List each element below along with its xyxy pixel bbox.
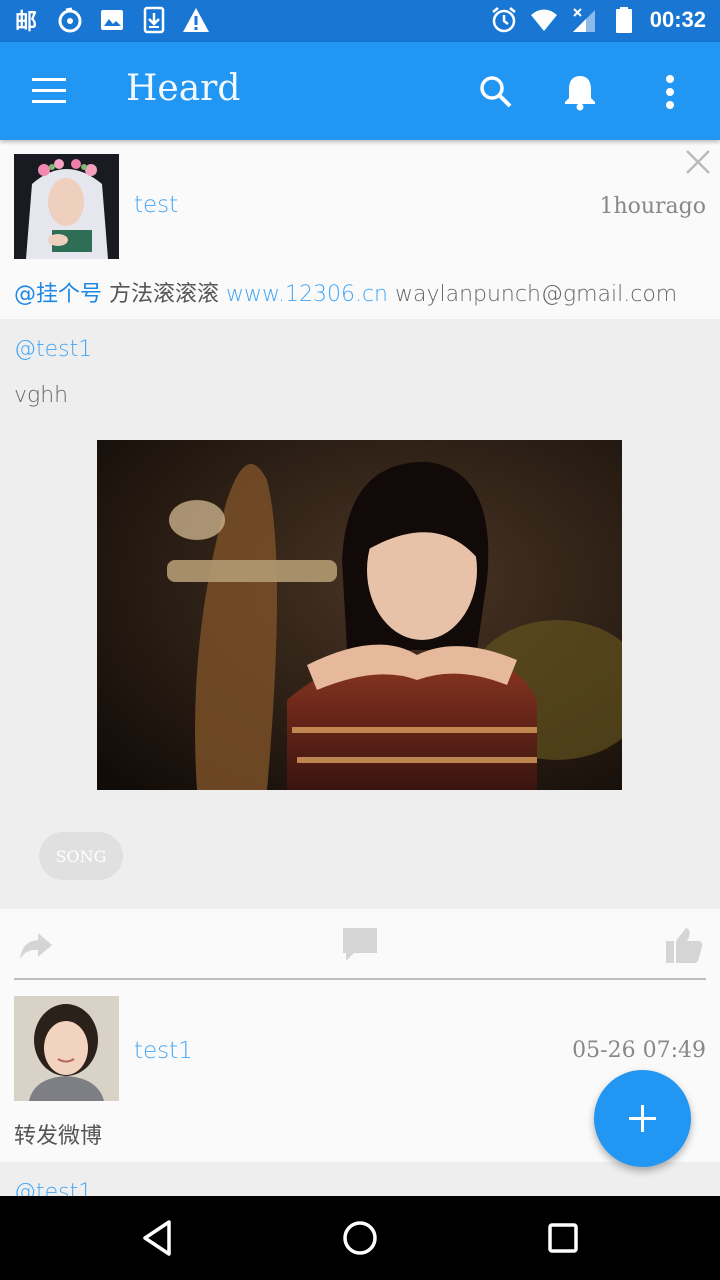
gallery-icon [101, 10, 123, 30]
post-actions [0, 909, 720, 979]
close-icon[interactable] [684, 148, 712, 176]
bell-icon[interactable] [558, 70, 602, 114]
avatar[interactable] [14, 996, 119, 1101]
download-icon [143, 6, 165, 34]
status-bar: 邮 00:32 [0, 0, 720, 42]
app-bar: Heard [0, 42, 720, 140]
recents-icon[interactable] [541, 1216, 585, 1260]
svg-text:邮: 邮 [15, 10, 37, 34]
email-text: waylanpunch@gmail.com [388, 282, 678, 307]
post-text: @挂个号 方法滚滚滚 www.12306.cn waylanpunch@gmai… [14, 276, 677, 308]
app-title: Heard [126, 68, 241, 109]
comment-icon[interactable] [340, 925, 380, 965]
timestamp: 1hourago [599, 194, 706, 219]
username[interactable]: test1 [134, 1038, 193, 1064]
battery-icon [615, 7, 632, 33]
back-icon[interactable] [137, 1216, 181, 1260]
warning-icon [183, 8, 209, 32]
timestamp: 05-26 07:49 [572, 1038, 706, 1063]
signal-icon [572, 8, 595, 32]
song-chip[interactable]: SONG [39, 832, 123, 880]
post-body: 方法滚滚滚 [102, 282, 227, 307]
post-card[interactable]: test 1hourago @挂个号 方法滚滚滚 www.12306.cn wa… [0, 140, 720, 980]
navigation-bar [0, 1196, 720, 1280]
repost-block[interactable]: @test1 [0, 1162, 720, 1196]
menu-icon[interactable] [28, 72, 70, 112]
mail-app-icon: 邮 [15, 10, 37, 34]
compose-fab[interactable] [594, 1070, 691, 1167]
status-time: 00:32 [649, 7, 706, 32]
more-vert-icon[interactable] [648, 70, 692, 114]
url-link[interactable]: www.12306.cn [226, 282, 388, 307]
repost-image[interactable] [97, 440, 622, 790]
avatar[interactable] [14, 154, 119, 259]
home-icon[interactable] [338, 1216, 382, 1260]
post-text: 转发微博 [14, 1124, 103, 1149]
repost-username[interactable]: @test1 [14, 337, 92, 362]
like-icon[interactable] [664, 925, 704, 965]
repost-username[interactable]: @test1 [14, 1180, 92, 1196]
share-icon[interactable] [16, 925, 56, 965]
search-icon[interactable] [474, 70, 518, 114]
netease-icon [58, 7, 82, 33]
feed[interactable]: test 1hourago @挂个号 方法滚滚滚 www.12306.cn wa… [0, 140, 720, 1196]
repost-block[interactable]: @test1 vghh SONG [0, 319, 720, 909]
username[interactable]: test [134, 192, 178, 218]
wifi-icon [530, 9, 557, 31]
repost-text: vghh [14, 383, 69, 408]
mention-link[interactable]: @挂个号 [14, 282, 102, 307]
alarm-icon [491, 7, 516, 33]
